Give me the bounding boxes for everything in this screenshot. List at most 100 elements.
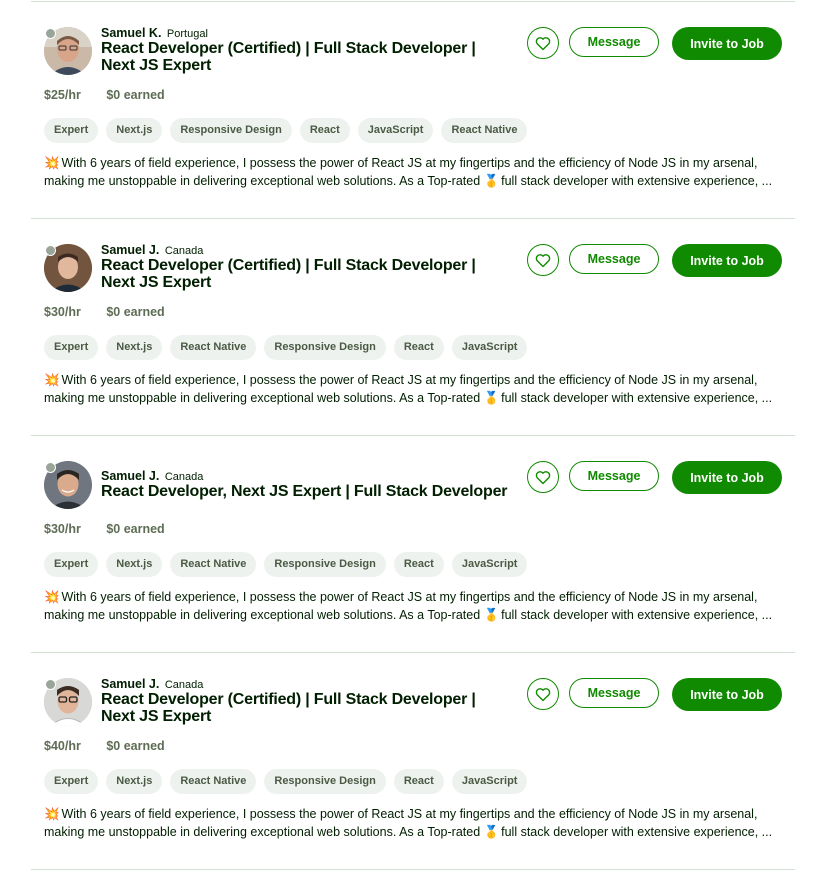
- invite-to-job-button[interactable]: Invite to Job: [672, 244, 782, 277]
- total-earned: $0 earned: [106, 88, 165, 102]
- description-text: With 6 years of field experience, I poss…: [61, 156, 758, 170]
- freelancer-description[interactable]: 💥 With 6 years of field experience, I po…: [44, 154, 784, 190]
- avatar-container[interactable]: [44, 27, 92, 75]
- freelancer-description[interactable]: 💥 With 6 years of field experience, I po…: [44, 588, 784, 624]
- skill-chip[interactable]: Responsive Design: [264, 552, 386, 577]
- collision-emoji: 💥: [44, 807, 60, 821]
- skill-chip[interactable]: React: [393, 769, 444, 794]
- description-line: making me unstoppable in delivering exce…: [44, 606, 784, 624]
- invite-to-job-button[interactable]: Invite to Job: [672, 27, 782, 60]
- description-text: making me unstoppable in delivering exce…: [44, 825, 481, 839]
- freelancer-title[interactable]: React Developer, Next JS Expert | Full S…: [101, 483, 561, 501]
- freelancer-country: Portugal: [166, 28, 208, 40]
- description-line: making me unstoppable in delivering exce…: [44, 172, 784, 190]
- description-text: full stack developer with extensive expe…: [501, 608, 773, 622]
- invite-to-job-button[interactable]: Invite to Job: [672, 461, 782, 494]
- collision-emoji: 💥: [44, 373, 60, 387]
- skill-chip[interactable]: Next.js: [106, 118, 163, 143]
- skill-chip[interactable]: Expert: [44, 769, 99, 794]
- heart-outline-icon: [535, 470, 551, 484]
- skill-chip[interactable]: React: [393, 335, 444, 360]
- skill-chip[interactable]: Next.js: [106, 769, 163, 794]
- avatar-container[interactable]: [44, 461, 92, 509]
- freelancer-title[interactable]: React Developer (Certified) | Full Stack…: [101, 40, 511, 74]
- skill-chip[interactable]: React Native: [170, 769, 257, 794]
- skills-list: Expert Next.js React Native Responsive D…: [44, 552, 528, 577]
- description-text: full stack developer with extensive expe…: [501, 825, 773, 839]
- skill-chip[interactable]: Responsive Design: [264, 335, 386, 360]
- heart-outline-icon: [535, 687, 551, 701]
- freelancer-name[interactable]: Samuel J.: [101, 243, 159, 257]
- skill-chip[interactable]: JavaScript: [357, 118, 434, 143]
- freelancer-name[interactable]: Samuel K.: [101, 26, 161, 40]
- description-text: making me unstoppable in delivering exce…: [44, 391, 481, 405]
- freelancer-country: Canada: [164, 679, 204, 691]
- skill-chip[interactable]: React Native: [170, 552, 257, 577]
- skill-chip[interactable]: Responsive Design: [170, 118, 292, 143]
- hourly-rate: $30/hr: [44, 305, 81, 319]
- skill-chip[interactable]: React Native: [170, 335, 257, 360]
- freelancer-name[interactable]: Samuel J.: [101, 677, 159, 691]
- freelancer-title[interactable]: React Developer (Certified) | Full Stack…: [101, 691, 511, 725]
- rate-line: $25/hr $0 earned: [44, 88, 165, 102]
- message-button[interactable]: Message: [569, 27, 659, 57]
- description-text: With 6 years of field experience, I poss…: [61, 807, 758, 821]
- freelancer-card[interactable]: Samuel J. Canada React Developer (Certif…: [31, 651, 795, 867]
- description-line: 💥 With 6 years of field experience, I po…: [44, 371, 784, 389]
- skill-chip[interactable]: Responsive Design: [264, 769, 386, 794]
- description-text: With 6 years of field experience, I poss…: [61, 590, 758, 604]
- skill-chip[interactable]: React Native: [441, 118, 528, 143]
- skill-chip[interactable]: Expert: [44, 118, 99, 143]
- hourly-rate: $25/hr: [44, 88, 81, 102]
- skill-chip[interactable]: Expert: [44, 335, 99, 360]
- avatar-container[interactable]: [44, 678, 92, 726]
- description-text: With 6 years of field experience, I poss…: [61, 373, 758, 387]
- description-line: 💥 With 6 years of field experience, I po…: [44, 154, 784, 172]
- description-line: 💥 With 6 years of field experience, I po…: [44, 588, 784, 606]
- freelancer-description[interactable]: 💥 With 6 years of field experience, I po…: [44, 805, 784, 841]
- freelancer-description[interactable]: 💥 With 6 years of field experience, I po…: [44, 371, 784, 407]
- skill-chip[interactable]: Next.js: [106, 552, 163, 577]
- collision-emoji: 💥: [44, 590, 60, 604]
- description-line: 💥 With 6 years of field experience, I po…: [44, 805, 784, 823]
- medal-emoji: 🥇: [483, 174, 500, 188]
- skills-list: Expert Next.js React Native Responsive D…: [44, 769, 528, 794]
- heart-outline-icon: [535, 36, 551, 50]
- freelancer-card[interactable]: Samuel K. Portugal React Developer (Cert…: [31, 0, 795, 216]
- skill-chip[interactable]: JavaScript: [451, 769, 528, 794]
- medal-emoji: 🥇: [483, 608, 500, 622]
- heart-outline-icon: [535, 253, 551, 267]
- save-freelancer-button[interactable]: [527, 461, 559, 493]
- skills-list: Expert Next.js Responsive Design React J…: [44, 118, 528, 143]
- skill-chip[interactable]: Next.js: [106, 335, 163, 360]
- save-freelancer-button[interactable]: [527, 678, 559, 710]
- description-text: making me unstoppable in delivering exce…: [44, 174, 481, 188]
- avatar-container[interactable]: [44, 244, 92, 292]
- hourly-rate: $40/hr: [44, 739, 81, 753]
- invite-to-job-button[interactable]: Invite to Job: [672, 678, 782, 711]
- message-button[interactable]: Message: [569, 461, 659, 491]
- freelancer-name[interactable]: Samuel J.: [101, 469, 159, 483]
- description-text: full stack developer with extensive expe…: [501, 391, 773, 405]
- medal-emoji: 🥇: [483, 825, 500, 839]
- skill-chip[interactable]: JavaScript: [451, 552, 528, 577]
- skills-list: Expert Next.js React Native Responsive D…: [44, 335, 528, 360]
- freelancer-list: Samuel K. Portugal React Developer (Cert…: [0, 0, 830, 870]
- rate-line: $30/hr $0 earned: [44, 522, 165, 536]
- save-freelancer-button[interactable]: [527, 27, 559, 59]
- skill-chip[interactable]: React: [299, 118, 350, 143]
- skill-chip[interactable]: React: [393, 552, 444, 577]
- description-text: full stack developer with extensive expe…: [501, 174, 773, 188]
- total-earned: $0 earned: [106, 305, 165, 319]
- message-button[interactable]: Message: [569, 678, 659, 708]
- freelancer-title[interactable]: React Developer (Certified) | Full Stack…: [101, 257, 511, 291]
- freelancer-country: Canada: [164, 471, 204, 483]
- message-button[interactable]: Message: [569, 244, 659, 274]
- rate-line: $30/hr $0 earned: [44, 305, 165, 319]
- description-line: making me unstoppable in delivering exce…: [44, 823, 784, 841]
- freelancer-card[interactable]: Samuel J. Canada React Developer (Certif…: [31, 217, 795, 433]
- skill-chip[interactable]: Expert: [44, 552, 99, 577]
- save-freelancer-button[interactable]: [527, 244, 559, 276]
- skill-chip[interactable]: JavaScript: [451, 335, 528, 360]
- freelancer-card[interactable]: Samuel J. Canada React Developer, Next J…: [31, 434, 795, 650]
